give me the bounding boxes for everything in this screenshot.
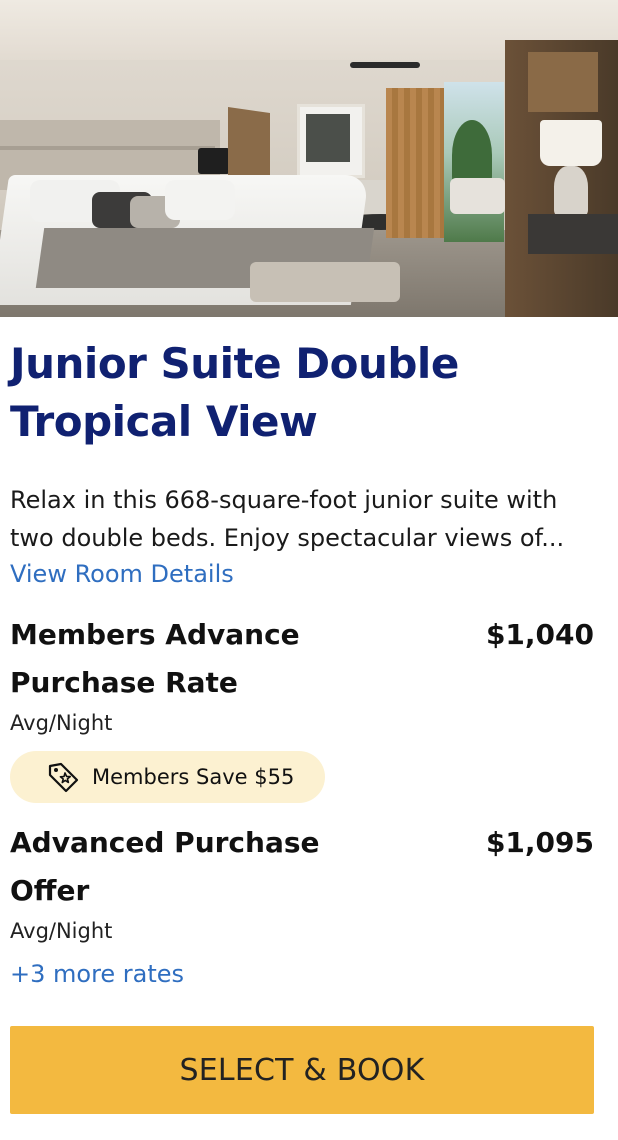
- photo-headboard-trim: [0, 146, 215, 150]
- select-and-book-button[interactable]: SELECT & BOOK: [10, 1026, 594, 1114]
- rate-name: Advanced Purchase Offer: [10, 826, 320, 907]
- photo-counter: [528, 214, 618, 254]
- photo-bench: [250, 262, 400, 302]
- tag-star-icon: [48, 762, 79, 793]
- rate-option[interactable]: Advanced Purchase Offer $1,095 Avg/Night: [10, 819, 594, 947]
- photo-pillow: [165, 180, 235, 220]
- photo-ceiling-fan: [350, 62, 420, 68]
- photo-lampshade: [540, 120, 602, 166]
- room-title: Junior Suite Double Tropical View: [10, 339, 459, 446]
- rate-unit: Avg/Night: [10, 919, 113, 943]
- member-savings-label: Members Save $55: [92, 765, 295, 789]
- member-savings-badge: Members Save $55: [10, 751, 326, 803]
- photo-wood-wall: [386, 88, 444, 238]
- photo-wall-art: [306, 114, 350, 162]
- photo-patio-chair: [450, 178, 505, 214]
- photo-lamp-base: [554, 166, 588, 218]
- room-photo[interactable]: [0, 0, 618, 317]
- room-description-line: two double beds. Enjoy spectacular views…: [10, 524, 565, 552]
- room-description: Relax in this 668-square-foot junior sui…: [10, 481, 594, 557]
- rate-name: Members Advance Purchase Rate: [10, 618, 300, 699]
- photo-bedside-lamp: [198, 148, 230, 174]
- room-content: Junior Suite Double Tropical View Relax …: [0, 335, 618, 991]
- rate-price: $1,040: [485, 618, 594, 651]
- rate-option[interactable]: Members Advance Purchase Rate $1,040 Avg…: [10, 611, 594, 803]
- room-card: Junior Suite Double Tropical View Relax …: [0, 0, 618, 1140]
- view-room-details-link[interactable]: View Room Details: [10, 557, 234, 591]
- room-description-line: Relax in this 668-square-foot junior sui…: [10, 486, 558, 514]
- photo-shelf: [528, 52, 598, 112]
- rate-price: $1,095: [485, 826, 594, 859]
- rate-unit: Avg/Night: [10, 711, 113, 735]
- more-rates-link[interactable]: +3 more rates: [10, 957, 184, 991]
